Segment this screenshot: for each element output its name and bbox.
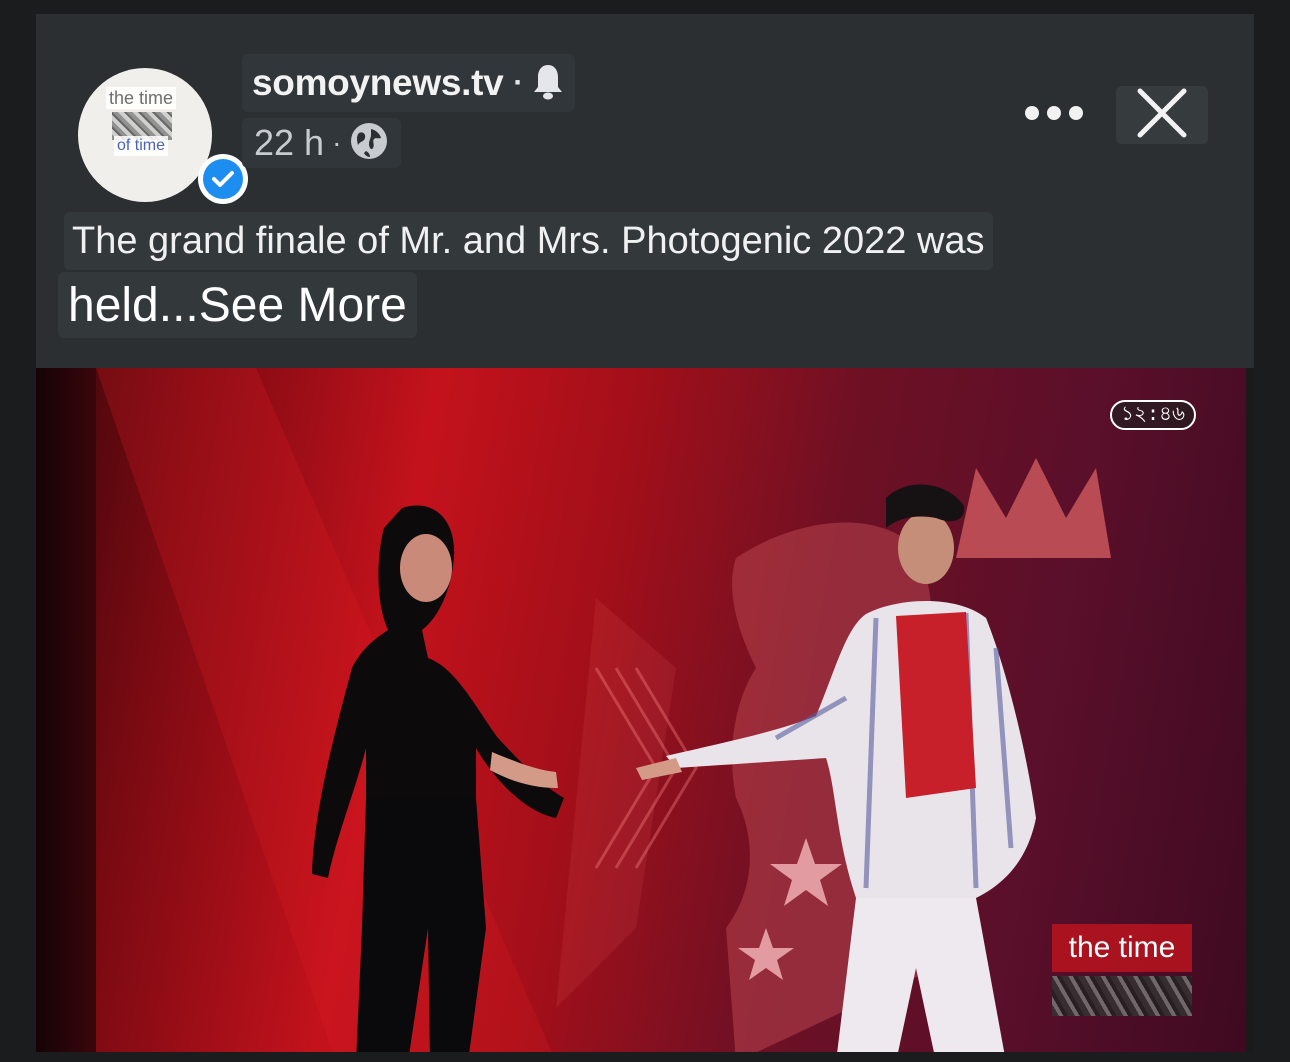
meta-separator: · [332, 127, 342, 158]
photo-watermark: the time [1052, 924, 1192, 972]
more-horizontal-icon [1024, 103, 1084, 128]
page-avatar[interactable]: the time of time [78, 68, 212, 202]
close-button[interactable] [1116, 86, 1208, 144]
post-caption-see-more[interactable]: held...See More [58, 272, 417, 338]
bottom-edge [0, 1052, 1290, 1062]
post-photo[interactable]: ১২:৪৬ the time [36, 368, 1254, 1062]
video-timestamp-badge: ১২:৪৬ [1110, 400, 1196, 430]
page-name-link[interactable]: somoynews.tv [252, 62, 504, 104]
globe-icon[interactable] [349, 121, 389, 166]
verified-badge-icon [198, 154, 248, 204]
bell-icon[interactable] [531, 61, 565, 106]
screenshot-frame: the time of time somoynews.tv · 22 h · T… [0, 0, 1290, 1062]
more-options-button[interactable] [1014, 92, 1094, 138]
close-icon [1136, 87, 1188, 144]
name-separator: · [513, 66, 524, 99]
post-caption-line-1: The grand finale of Mr. and Mrs. Photoge… [64, 212, 993, 270]
photo-watermark-map [1052, 976, 1192, 1016]
avatar-watermark-bottom: of time [114, 136, 169, 156]
page-name-row: somoynews.tv · [242, 54, 576, 112]
post-card: the time of time somoynews.tv · 22 h · T… [36, 14, 1254, 1062]
photo-edge-right [1246, 368, 1254, 1062]
post-time[interactable]: 22 h [254, 122, 324, 164]
post-meta-row: 22 h · [242, 118, 402, 168]
avatar-watermark-top: the time [106, 87, 177, 109]
